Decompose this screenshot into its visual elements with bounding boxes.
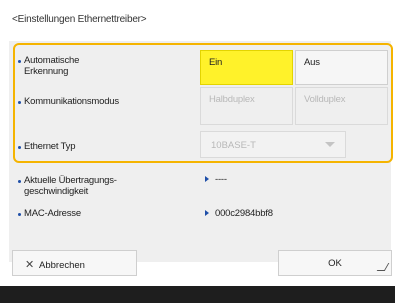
value-arrow-icon: [205, 176, 209, 183]
mac-label: MAC-Adresse: [24, 208, 81, 219]
ethernet-type-select[interactable]: 10BASE-T: [200, 131, 346, 158]
auto-detect-label: Automatische Erkennung: [24, 55, 79, 77]
ethernet-type-label: Ethernet Typ: [24, 141, 76, 152]
speed-value: ----: [205, 174, 227, 185]
bullet-comm-mode: [18, 101, 21, 104]
bullet-ethernet-type: [18, 146, 21, 149]
speed-label-line2: geschwindigkeit: [24, 186, 89, 197]
bullet-speed: [18, 180, 21, 183]
auto-detect-on-button[interactable]: Ein: [200, 50, 293, 85]
auto-detect-label-line2: Erkennung: [24, 66, 69, 77]
page-title: <Einstellungen Ethernettreiber>: [12, 14, 147, 25]
mac-value: 000c2984bbf8: [205, 208, 273, 219]
speed-value-text: ----: [215, 174, 227, 185]
cancel-label: Abbrechen: [39, 260, 85, 271]
comm-mode-full-duplex-button[interactable]: Vollduplex: [295, 87, 388, 125]
ok-label: OK: [328, 258, 342, 269]
comm-mode-half-duplex-button[interactable]: Halbduplex: [200, 87, 293, 125]
bullet-mac: [18, 213, 21, 216]
auto-detect-label-line1: Automatische: [24, 55, 80, 66]
speed-label: Aktuelle Übertragungs- geschwindigkeit: [24, 175, 117, 197]
close-icon: ✕: [25, 259, 35, 271]
bottom-bar: [0, 286, 395, 303]
ok-button[interactable]: OK: [278, 250, 392, 276]
speed-label-line1: Aktuelle Übertragungs-: [24, 175, 117, 186]
chevron-down-icon: [325, 142, 335, 147]
comm-mode-label: Kommunikationsmodus: [24, 96, 119, 107]
mac-value-text: 000c2984bbf8: [215, 208, 273, 219]
value-arrow-icon: [205, 210, 209, 217]
ethernet-type-value: 10BASE-T: [211, 140, 256, 151]
bullet-auto-detect: [18, 60, 21, 63]
enter-corner-icon: [376, 263, 390, 271]
auto-detect-off-button[interactable]: Aus: [295, 50, 388, 85]
cancel-button[interactable]: ✕ Abbrechen: [12, 250, 137, 276]
